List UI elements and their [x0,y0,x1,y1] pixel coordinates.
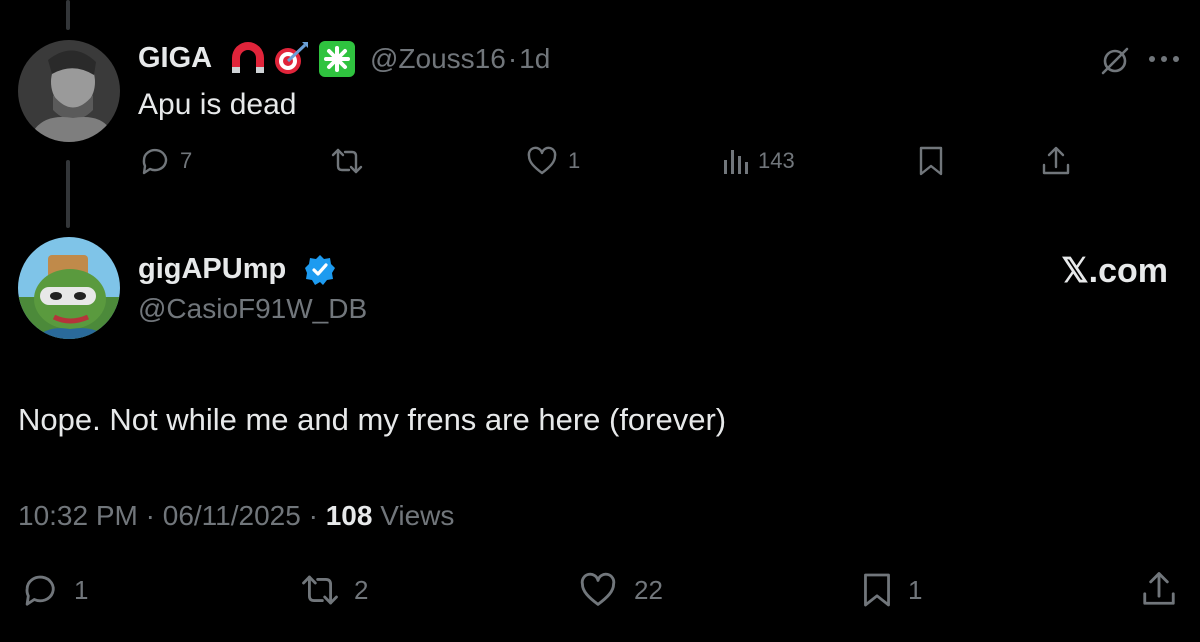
parent-reply-count: 7 [180,148,193,173]
post-display-name[interactable]: gigAPUmp [138,253,286,286]
bookmark-icon [864,573,890,607]
heart-icon [527,146,557,175]
reply-icon [25,575,55,606]
share-icon [1042,146,1070,175]
post-repost-count: 2 [354,574,369,605]
post-like-button[interactable]: 22 [578,572,663,608]
parent-time[interactable]: 1d [519,43,550,74]
post-avatar[interactable] [18,237,120,339]
parent-share-button[interactable] [1040,145,1072,182]
post-time[interactable]: 10:32 PM [18,500,138,531]
parent-bookmark-button[interactable] [918,145,944,182]
post-text: Nope. Not while me and my frens are here… [18,402,727,437]
thread-line-connector [66,160,70,228]
reply-icon [142,148,168,175]
repost-icon [302,575,338,605]
post-share-button[interactable] [1140,570,1178,613]
analytics-icon [724,150,748,174]
parent-text: Apu is dead [138,88,297,121]
target-icon [272,40,310,81]
sparkle-icon [318,40,356,83]
post-separator-2: · [308,500,318,531]
repost-icon [331,148,363,174]
parent-display-name[interactable]: GIGA [138,42,212,75]
post-bookmark-button[interactable]: 1 [862,571,922,609]
post-reply-button[interactable]: 1 [20,571,88,609]
post-handle[interactable]: @CasioF91W_DB [138,293,367,325]
parent-like-count: 1 [568,148,581,173]
parent-views-count: 143 [758,148,795,173]
parent-avatar[interactable] [18,40,120,142]
post-repost-button[interactable]: 2 [300,572,368,608]
mute-icon[interactable] [1098,44,1132,83]
post-views-count: 108 [325,500,373,531]
heart-icon [580,572,616,606]
x-com-watermark: 𝕏.com [1061,252,1168,290]
more-icon[interactable] [1148,52,1180,71]
parent-repost-button[interactable] [330,146,374,176]
post-bookmark-count: 1 [908,574,923,605]
bookmark-icon [919,146,943,176]
magnet-icon [228,40,268,81]
post-date[interactable]: 06/11/2025 [163,500,301,531]
parent-reply-button[interactable]: 7 [138,145,192,177]
parent-handle-time[interactable]: @Zouss16·1d [370,43,550,75]
post-like-count: 22 [634,574,663,605]
share-icon [1143,572,1175,605]
parent-separator: · [507,43,518,74]
post-views-label: Views [380,500,455,531]
post-separator-1: · [145,500,155,531]
parent-handle[interactable]: @Zouss16 [370,43,506,74]
parent-views-button[interactable]: 143 [722,146,795,176]
post-reply-count: 1 [74,574,89,605]
post-meta: 10:32 PM · 06/11/2025 · 108 Views [18,500,454,532]
thread-line-top [66,0,70,30]
verified-badge-icon [304,254,336,291]
parent-like-button[interactable]: 1 [526,146,580,176]
